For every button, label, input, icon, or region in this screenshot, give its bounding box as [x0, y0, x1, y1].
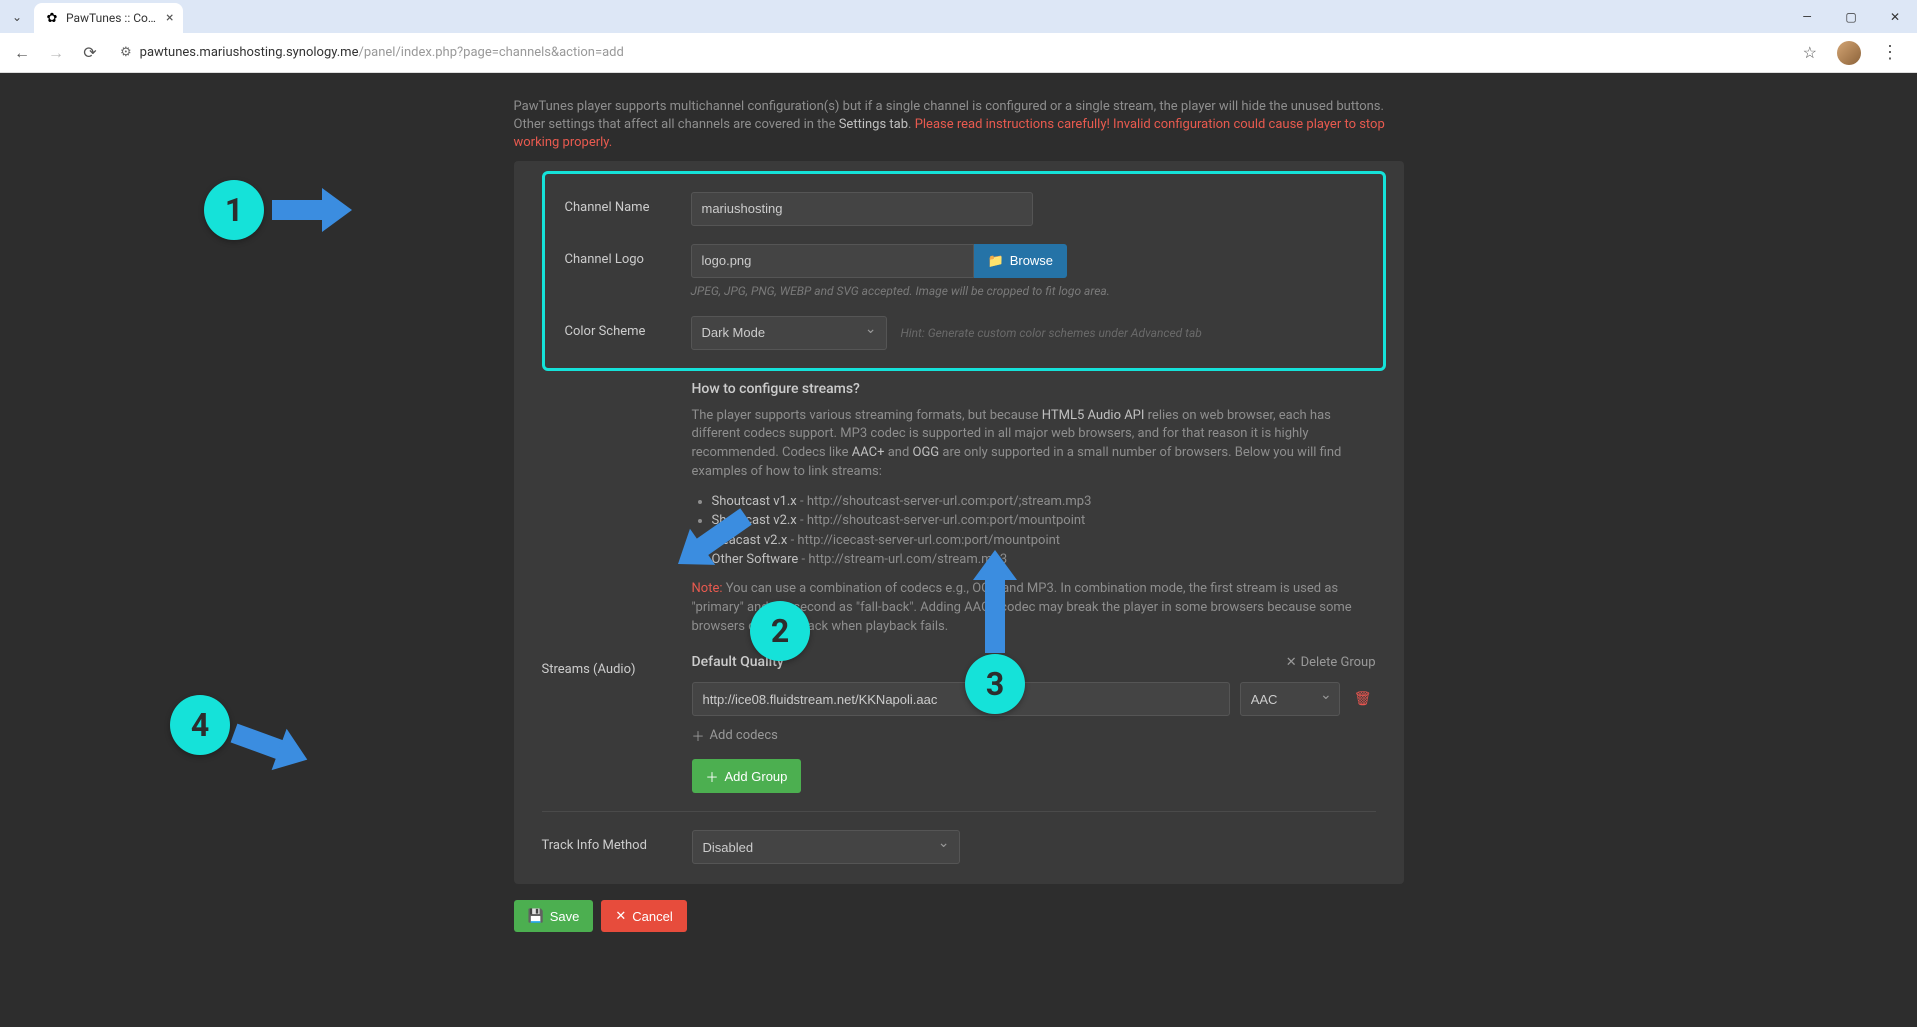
bookmark-icon[interactable]: ☆	[1793, 43, 1827, 62]
settings-panel: Channel Name Channel Logo 📁	[514, 161, 1404, 885]
logo-hint: JPEG, JPG, PNG, WEBP and SVG accepted. I…	[691, 284, 1363, 298]
browser-tab[interactable]: ✿ PawTunes :: Control P ×	[34, 3, 183, 33]
plus-icon: ＋	[706, 767, 719, 786]
color-scheme-select[interactable]: Dark Mode	[691, 316, 887, 350]
streams-note: Note: You can use a combination of codec…	[692, 580, 1376, 637]
plus-icon: ＋	[692, 726, 705, 745]
forward-button[interactable]: →	[42, 39, 70, 67]
trash-icon[interactable]: 🗑	[1350, 691, 1376, 707]
browser-menu-icon[interactable]: ⋮	[1871, 42, 1909, 63]
codec-select[interactable]: AAC	[1240, 682, 1340, 716]
close-icon[interactable]: ×	[166, 10, 173, 26]
annotation-badge-4: 4	[170, 695, 230, 755]
gear-icon: ✿	[44, 10, 60, 26]
streams-description: The player supports various streaming fo…	[692, 407, 1376, 482]
list-item: Shoutcast v2.x - http://shoutcast-server…	[712, 511, 1376, 531]
streams-audio-label: Streams (Audio)	[542, 654, 692, 677]
profile-avatar[interactable]	[1837, 41, 1861, 65]
close-icon: ✕	[1286, 655, 1297, 670]
quality-title: Default Quality	[692, 654, 784, 670]
list-item: Iceacast v2.x - http://icecast-server-ur…	[712, 531, 1376, 551]
page-content: PawTunes player supports multichannel co…	[0, 73, 1917, 1027]
browse-button[interactable]: 📁 Browse	[974, 244, 1068, 278]
reload-button[interactable]: ⟳	[76, 39, 104, 67]
list-item: Other Software - http://stream-url.com/s…	[712, 550, 1376, 570]
save-icon: 💾	[528, 908, 544, 924]
channel-logo-label: Channel Logo	[565, 244, 691, 267]
url-text: pawtunes.mariushosting.synology.me/panel…	[140, 45, 624, 60]
channel-name-label: Channel Name	[565, 192, 691, 215]
annotation-badge-1: 1	[204, 180, 264, 240]
intro-text: PawTunes player supports multichannel co…	[514, 98, 1404, 153]
track-info-label: Track Info Method	[542, 830, 692, 853]
browser-toolbar: ← → ⟳ ⚙ pawtunes.mariushosting.synology.…	[0, 33, 1917, 73]
track-info-select[interactable]: Disabled	[692, 830, 960, 864]
back-button[interactable]: ←	[8, 39, 36, 67]
divider	[542, 811, 1376, 812]
delete-group-button[interactable]: ✕ Delete Group	[1286, 655, 1376, 670]
maximize-button[interactable]: ▢	[1829, 0, 1873, 33]
color-scheme-hint: Hint: Generate custom color schemes unde…	[901, 326, 1202, 340]
streams-heading: How to configure streams?	[692, 381, 1376, 397]
color-scheme-label: Color Scheme	[565, 316, 691, 339]
browser-titlebar: ⌄ ✿ PawTunes :: Control P × — ▢ ✕	[0, 0, 1917, 33]
add-group-button[interactable]: ＋ Add Group	[692, 759, 802, 793]
stream-examples-list: Shoutcast v1.x - http://shoutcast-server…	[692, 492, 1376, 570]
list-item: Shoutcast v1.x - http://shoutcast-server…	[712, 492, 1376, 512]
close-window-button[interactable]: ✕	[1873, 0, 1917, 33]
save-button[interactable]: 💾 Save	[514, 900, 594, 932]
stream-url-input[interactable]	[692, 682, 1230, 716]
channel-name-input[interactable]	[691, 192, 1033, 226]
folder-icon: 📁	[988, 253, 1004, 269]
site-settings-icon[interactable]: ⚙	[120, 45, 132, 60]
tab-title: PawTunes :: Control P	[66, 11, 156, 25]
step-1-highlight: Channel Name Channel Logo 📁	[542, 171, 1386, 371]
minimize-button[interactable]: —	[1785, 0, 1829, 33]
address-bar[interactable]: ⚙ pawtunes.mariushosting.synology.me/pan…	[110, 45, 1787, 60]
cancel-button[interactable]: ✕ Cancel	[601, 900, 686, 932]
add-codecs-button[interactable]: ＋ Add codecs	[692, 726, 778, 745]
close-icon: ✕	[615, 908, 626, 924]
tab-dropdown-icon[interactable]: ⌄	[0, 0, 34, 33]
channel-logo-input[interactable]	[691, 244, 974, 278]
